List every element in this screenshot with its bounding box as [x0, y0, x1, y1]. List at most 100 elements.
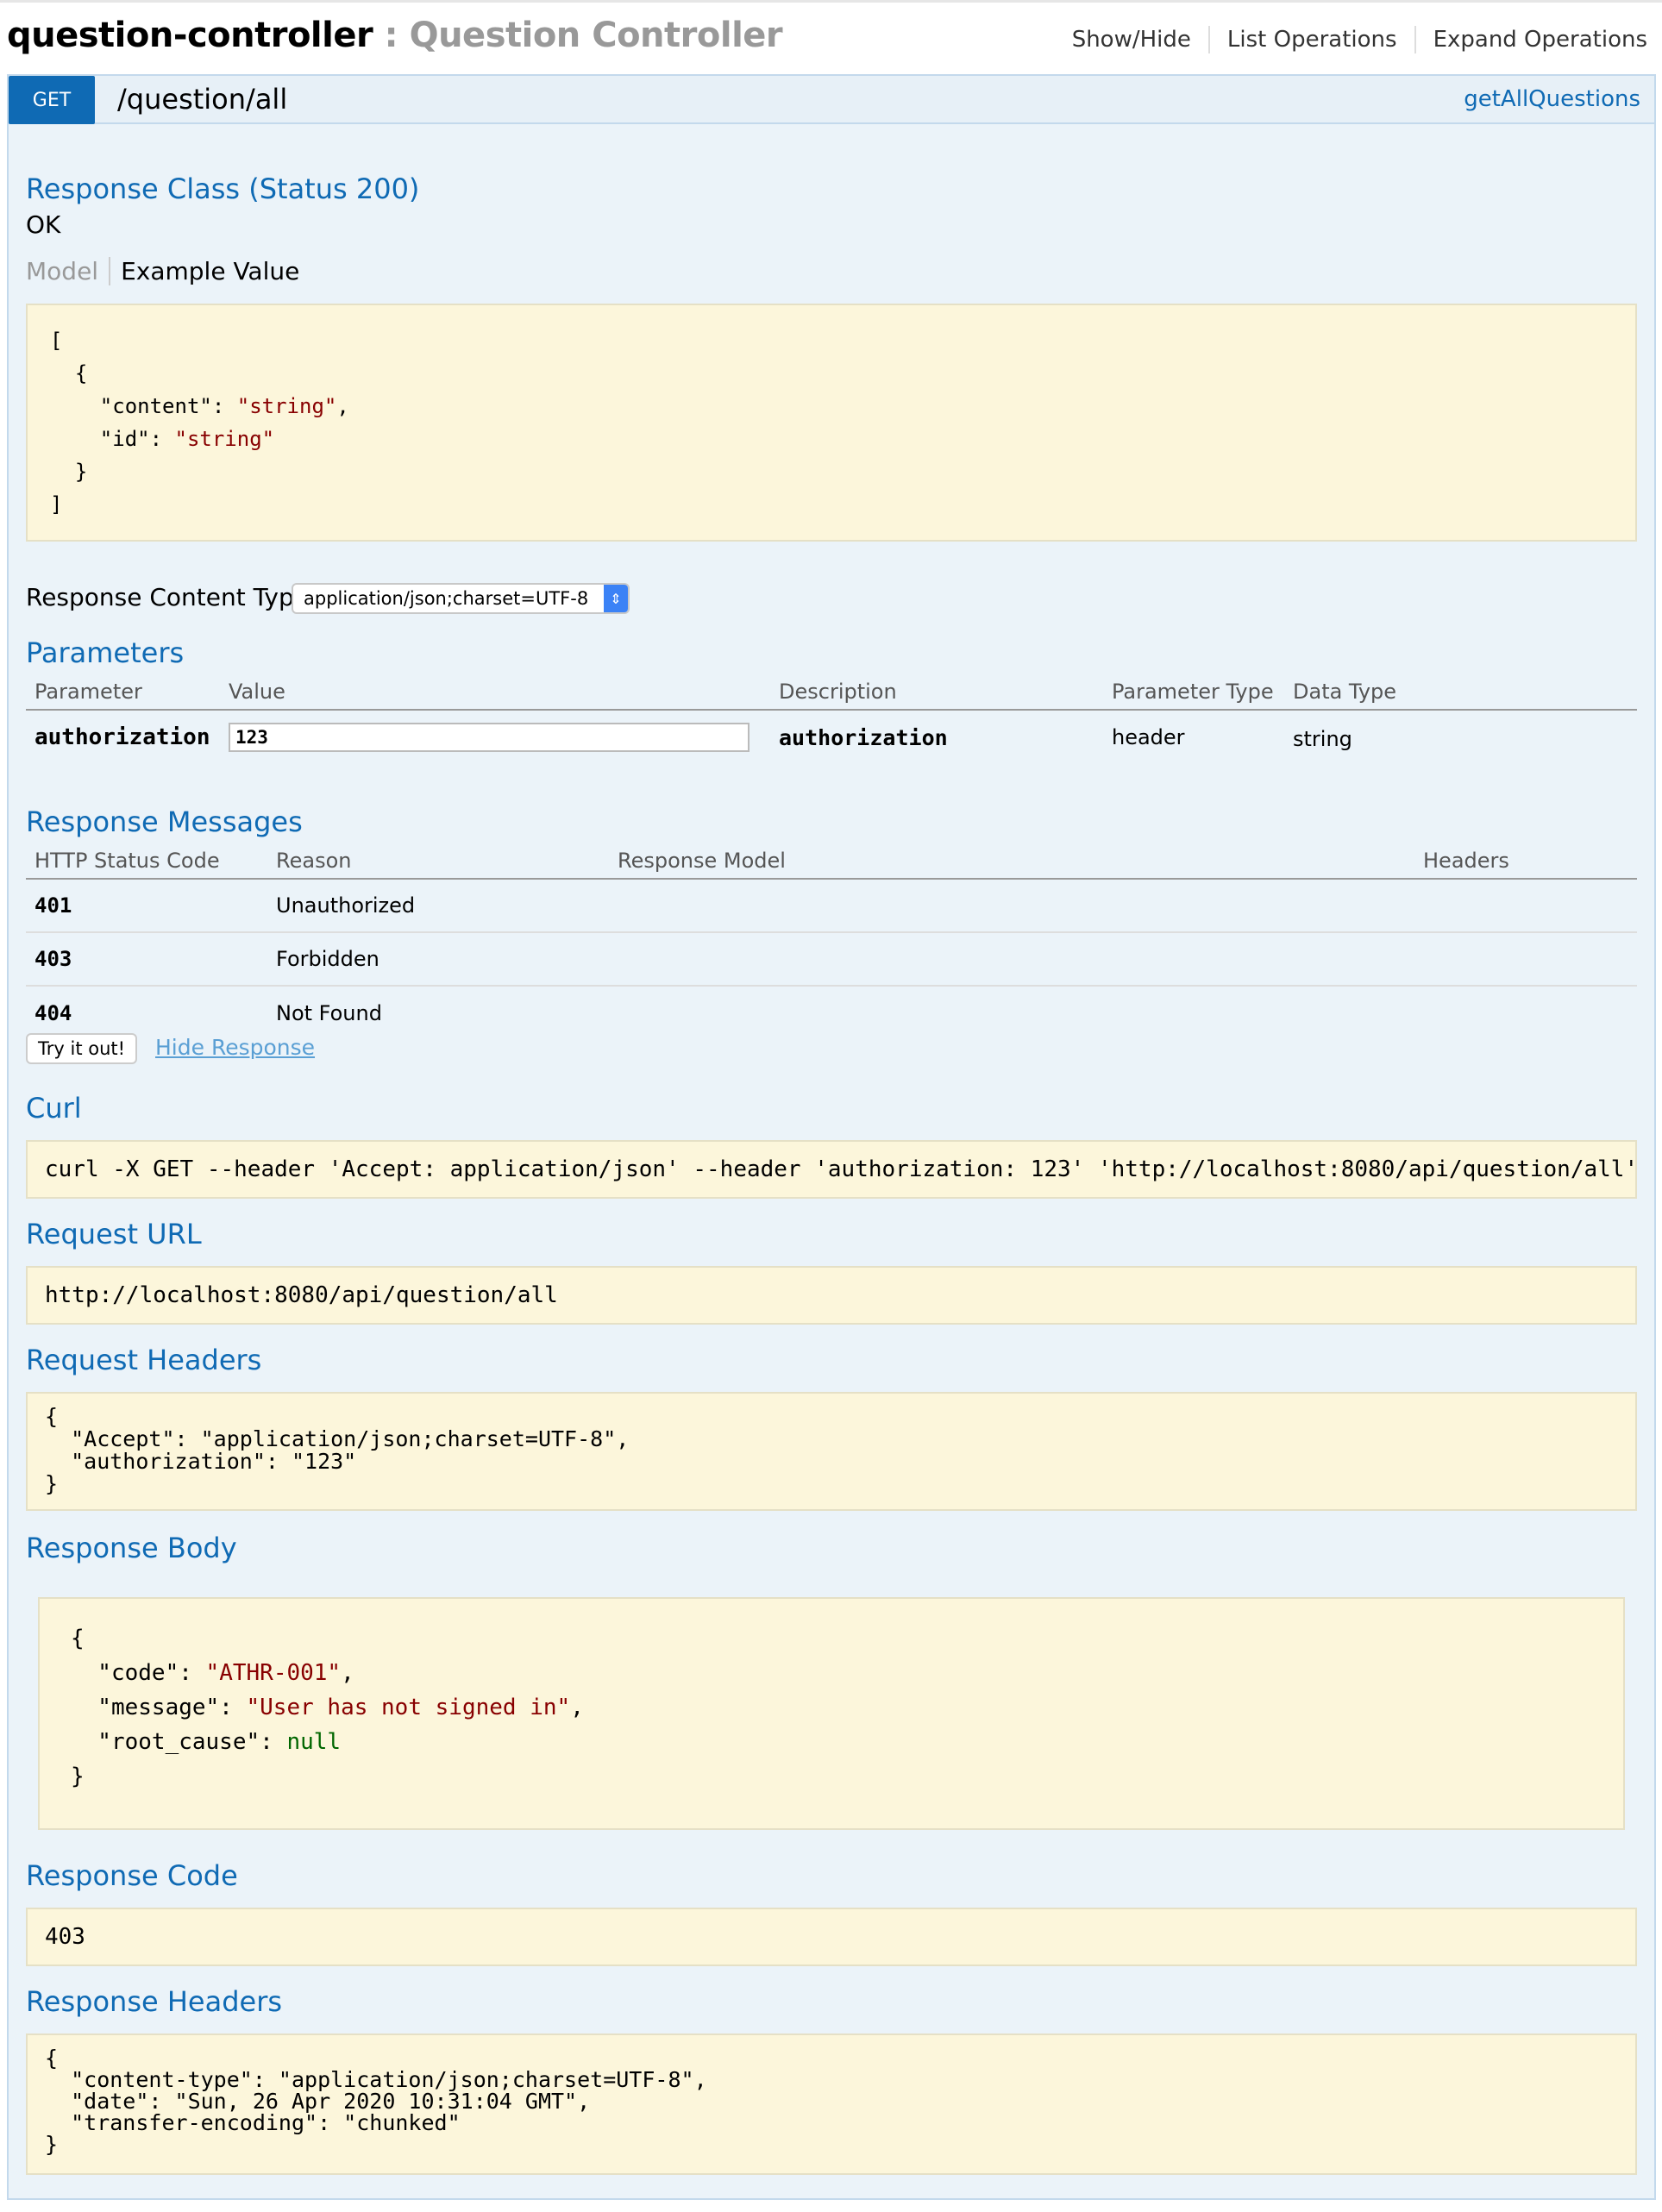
- authorization-input[interactable]: [229, 723, 749, 752]
- response-model-cell: [609, 879, 1414, 933]
- request-url-value[interactable]: http://localhost:8080/api/question/all: [26, 1266, 1637, 1325]
- col-data-type: Data Type: [1284, 680, 1637, 711]
- status-reason: Unauthorized: [267, 879, 609, 933]
- col-http-status-code: HTTP Status Code: [26, 849, 267, 880]
- response-class-status: OK: [26, 210, 61, 239]
- controller-separator: :: [373, 16, 410, 55]
- parameters-header-row: Parameter Value Description Parameter Ty…: [26, 680, 1637, 711]
- json-token: {: [71, 1626, 85, 1651]
- response-message-row: 403 Forbidden: [26, 932, 1637, 987]
- controller-name: question-controller: [7, 16, 373, 55]
- operation-heading[interactable]: GET /question/all getAllQuestions: [9, 76, 1654, 124]
- controller-description: Question Controller: [409, 16, 783, 55]
- code-line: }: [71, 1759, 1592, 1794]
- controller-header: question-controller : Question Controlle…: [7, 12, 1654, 64]
- try-it-out-button[interactable]: Try it out!: [26, 1033, 138, 1064]
- example-value-code[interactable]: [ { "content": "string", "id": "string" …: [26, 304, 1637, 542]
- json-string: "string": [236, 394, 337, 418]
- json-token: }: [71, 1764, 85, 1789]
- http-method-badge[interactable]: GET: [9, 76, 95, 124]
- hide-response-link[interactable]: Hide Response: [155, 1035, 315, 1060]
- code-line: "root_cause": null: [71, 1725, 1592, 1759]
- col-response-model: Response Model: [609, 849, 1414, 880]
- response-message-row: 401 Unauthorized: [26, 879, 1637, 933]
- json-literal: null: [286, 1729, 342, 1755]
- operation-panel: GET /question/all getAllQuestions Respon…: [7, 74, 1656, 2200]
- expand-operations-link[interactable]: Expand Operations: [1433, 27, 1647, 53]
- response-model-cell: [609, 932, 1414, 987]
- code-line: ]: [50, 488, 1613, 521]
- status-code: 401: [26, 879, 267, 933]
- json-token: "content":: [50, 394, 237, 418]
- code-line: }: [50, 455, 1613, 488]
- controller-title[interactable]: question-controller : Question Controlle…: [7, 16, 783, 55]
- col-parameter-type: Parameter Type: [1103, 680, 1284, 711]
- curl-heading: Curl: [26, 1092, 82, 1125]
- json-token: "id":: [50, 427, 175, 451]
- code-line: {: [71, 1621, 1592, 1656]
- response-model-cell: [609, 986, 1414, 1039]
- response-messages-header-row: HTTP Status Code Reason Response Model H…: [26, 849, 1637, 880]
- controller-links: Show/Hide List Operations Expand Operati…: [1072, 26, 1647, 53]
- json-token: ,: [570, 1695, 584, 1720]
- request-headers-heading: Request Headers: [26, 1344, 262, 1376]
- response-content-type-select[interactable]: application/json;charset=UTF-8 ⇕: [292, 583, 630, 614]
- request-headers-code[interactable]: { "Accept": "application/json;charset=UT…: [26, 1392, 1637, 1511]
- json-string: "string": [174, 427, 275, 451]
- code-line: "code": "ATHR-001",: [71, 1656, 1592, 1690]
- col-reason: Reason: [267, 849, 609, 880]
- parameter-row: authorization authorization header strin…: [26, 710, 1637, 761]
- json-token: [: [50, 329, 63, 353]
- status-reason: Not Found: [276, 1000, 382, 1025]
- json-token: "code":: [71, 1660, 206, 1686]
- parameter-value-cell: [220, 710, 770, 761]
- parameters-heading: Parameters: [26, 636, 185, 669]
- parameter-type: header: [1112, 725, 1185, 749]
- list-operations-link[interactable]: List Operations: [1227, 27, 1397, 53]
- col-parameter: Parameter: [26, 680, 220, 711]
- json-token: "message":: [71, 1695, 247, 1720]
- code-line: "message": "User has not signed in",: [71, 1690, 1592, 1725]
- json-string: "ATHR-001": [205, 1660, 342, 1686]
- code-line: {: [50, 357, 1613, 390]
- parameter-description: authorization: [779, 724, 948, 750]
- select-chevron-icon: ⇕: [604, 585, 628, 612]
- show-hide-link[interactable]: Show/Hide: [1072, 27, 1191, 53]
- operation-nickname[interactable]: getAllQuestions: [1464, 86, 1640, 112]
- response-body-code[interactable]: { "code": "ATHR-001", "message": "User h…: [38, 1597, 1625, 1830]
- parameter-data-type: string: [1293, 727, 1352, 751]
- tab-model[interactable]: Model: [26, 257, 111, 285]
- response-messages-table: HTTP Status Code Reason Response Model H…: [26, 849, 1637, 1039]
- headers-cell: [1414, 986, 1637, 1039]
- response-headers-heading: Response Headers: [26, 1985, 283, 2018]
- status-code: 404: [34, 1000, 72, 1025]
- curl-command[interactable]: curl -X GET --header 'Accept: applicatio…: [26, 1140, 1637, 1199]
- parameters-table: Parameter Value Description Parameter Ty…: [26, 680, 1637, 761]
- response-content-type-label: Response Content Type: [26, 583, 309, 611]
- code-line: "id": "string": [50, 423, 1613, 455]
- code-line: "content": "string",: [50, 390, 1613, 423]
- response-body-heading: Response Body: [26, 1532, 237, 1564]
- top-divider: [0, 0, 1662, 3]
- json-string: "User has not signed in": [246, 1695, 571, 1720]
- response-message-row: 404 Not Found: [26, 986, 1637, 1039]
- link-divider: [1414, 26, 1416, 53]
- response-headers-code[interactable]: { "content-type": "application/json;char…: [26, 2033, 1637, 2175]
- json-token: ,: [336, 394, 349, 418]
- col-value: Value: [220, 680, 770, 711]
- col-description: Description: [770, 680, 1103, 711]
- operation-path[interactable]: /question/all: [117, 83, 287, 116]
- tab-example-value[interactable]: Example Value: [110, 257, 299, 285]
- link-divider: [1207, 26, 1210, 53]
- headers-cell: [1414, 879, 1637, 933]
- json-token: ,: [341, 1660, 354, 1686]
- col-headers: Headers: [1414, 849, 1637, 880]
- request-url-heading: Request URL: [26, 1218, 202, 1250]
- response-code-value[interactable]: 403: [26, 1908, 1637, 1966]
- headers-cell: [1414, 932, 1637, 987]
- json-token: ]: [50, 492, 63, 517]
- json-token: {: [50, 361, 88, 385]
- response-class-heading: Response Class (Status 200): [26, 172, 420, 205]
- selected-content-type: application/json;charset=UTF-8: [304, 588, 589, 609]
- response-messages-heading: Response Messages: [26, 805, 303, 838]
